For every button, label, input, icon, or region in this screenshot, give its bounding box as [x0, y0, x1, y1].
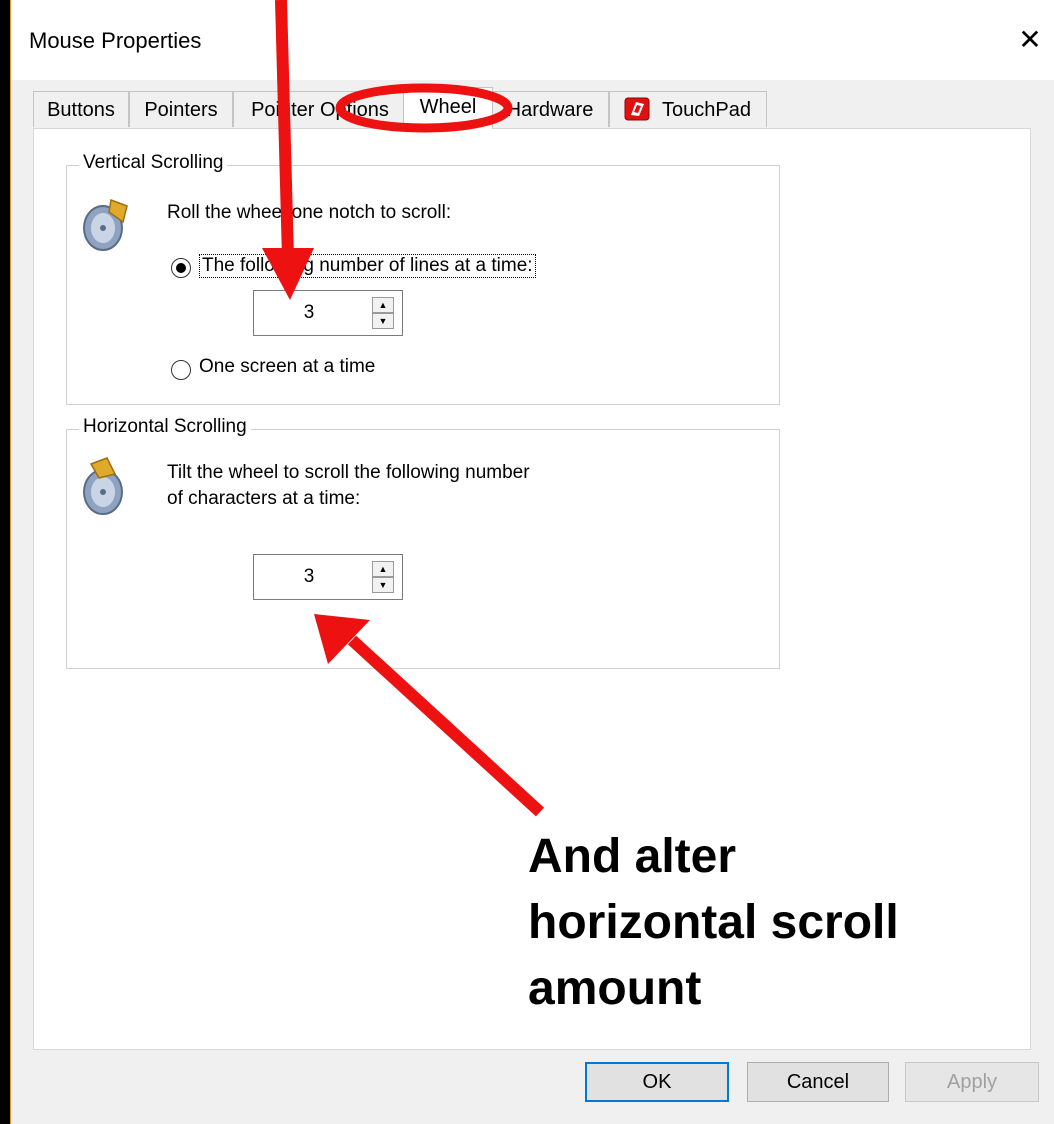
caption-line-2: horizontal scroll — [528, 896, 899, 949]
lines-spin-down-button[interactable]: ▼ — [372, 313, 394, 329]
spin-down-icon: ▼ — [378, 316, 388, 326]
close-button[interactable]: ✕ — [1005, 18, 1054, 62]
one-screen-label[interactable]: One screen at a time — [199, 356, 375, 378]
vertical-instruction: Roll the wheel one notch to scroll: — [167, 202, 452, 223]
lines-at-a-time-label[interactable]: The following number of lines at a time: — [199, 254, 536, 278]
title-bar: Mouse Properties ✕ — [11, 0, 1054, 80]
mouse-wheel-icon — [83, 198, 128, 251]
ok-button[interactable]: OK — [585, 1062, 729, 1102]
spin-up-icon: ▲ — [378, 300, 388, 310]
tab-touchpad-label: TouchPad — [662, 99, 751, 121]
vertical-scrolling-group: Vertical Scrolling Roll the wheel one no… — [66, 152, 780, 405]
lines-spinner: ▲ ▼ — [253, 290, 403, 336]
caption-line-3: amount — [528, 962, 702, 1015]
window-title: Mouse Properties — [29, 28, 202, 53]
vertical-scrolling-legend: Vertical Scrolling — [79, 152, 228, 174]
lines-input[interactable] — [254, 291, 364, 335]
tab-pointers[interactable]: Pointers — [129, 91, 233, 127]
tab-hardware[interactable]: Hardware — [491, 91, 609, 127]
tab-touchpad[interactable]: TouchPad — [609, 91, 767, 127]
horizontal-instruction-line1: Tilt the wheel to scroll the following n… — [167, 462, 530, 483]
characters-spinner: ▲ ▼ — [253, 554, 403, 600]
characters-spin-up-button[interactable]: ▲ — [372, 561, 394, 577]
spin-up-icon: ▲ — [378, 564, 388, 574]
horizontal-scrolling-group: Horizontal Scrolling Tilt the wheel to s… — [66, 416, 780, 669]
horizontal-scrolling-legend: Horizontal Scrolling — [79, 416, 251, 438]
mouse-wheel-icon — [83, 457, 123, 515]
spin-down-icon: ▼ — [378, 580, 388, 590]
cancel-button[interactable]: Cancel — [747, 1062, 889, 1102]
one-screen-radio[interactable] — [171, 360, 191, 380]
caption-line-1: And alter — [528, 830, 737, 883]
annotation-caption: And alter horizontal scroll amount — [528, 824, 1028, 1022]
lines-at-a-time-radio[interactable] — [171, 258, 191, 278]
tab-buttons[interactable]: Buttons — [33, 91, 129, 127]
characters-spin-down-button[interactable]: ▼ — [372, 577, 394, 593]
tab-wheel[interactable]: Wheel — [403, 87, 493, 129]
lines-spin-up-button[interactable]: ▲ — [372, 297, 394, 313]
tab-pointer-options[interactable]: Pointer Options — [233, 91, 407, 127]
touchpad-icon — [624, 97, 650, 121]
tab-strip: Buttons Pointers Pointer Options Wheel H… — [33, 87, 1033, 129]
close-icon: ✕ — [1018, 24, 1042, 55]
apply-button[interactable]: Apply — [905, 1062, 1039, 1102]
characters-input[interactable] — [254, 555, 364, 599]
horizontal-instruction-line2: of characters at a time: — [167, 488, 361, 509]
